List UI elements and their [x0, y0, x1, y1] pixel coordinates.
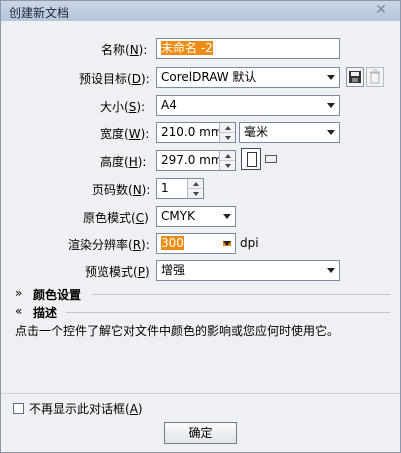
- close-icon[interactable]: ✕: [372, 2, 390, 18]
- chevron-double-up-icon[interactable]: «: [15, 304, 22, 318]
- chevron-down-icon: [327, 130, 335, 135]
- preview-mode-label: 预览模式(P): [85, 265, 150, 279]
- preview-mode-select[interactable]: 增强: [156, 260, 340, 281]
- size-label: 大小(S):: [100, 100, 146, 114]
- chevron-down-icon: [327, 75, 335, 80]
- name-input[interactable]: 未命名 -2: [156, 38, 340, 59]
- divider: [91, 294, 390, 295]
- chevron-down-icon: [223, 241, 231, 246]
- pages-stepper[interactable]: [187, 179, 203, 198]
- dont-show-again-label[interactable]: 不再显示此对话框(A): [29, 400, 143, 417]
- name-label: 名称(N):: [101, 43, 148, 57]
- description-text: 点击一个控件了解它对文件中颜色的影响或您应何时使用它。: [15, 324, 340, 338]
- chevron-down-icon: [223, 214, 231, 219]
- portrait-orientation-button[interactable]: [241, 148, 261, 170]
- ok-button[interactable]: 确定: [164, 422, 237, 444]
- divider: [1, 393, 400, 394]
- create-document-dialog: 创建新文档 ✕ 名称(N): 未命名 -2 预设目标(D): CorelDRAW…: [0, 0, 401, 453]
- divider: [66, 312, 390, 313]
- color-mode-label: 原色模式(C): [83, 211, 149, 225]
- width-label: 宽度(W):: [100, 127, 150, 141]
- save-preset-button[interactable]: [346, 67, 364, 87]
- delete-preset-button[interactable]: [366, 67, 384, 87]
- title-bar: 创建新文档 ✕: [1, 1, 400, 21]
- pages-input[interactable]: 1: [156, 178, 204, 199]
- width-input[interactable]: 210.0 mm: [156, 122, 236, 143]
- unit-select[interactable]: 毫米: [239, 122, 340, 143]
- height-stepper[interactable]: [219, 151, 235, 170]
- height-input[interactable]: 297.0 mm: [156, 150, 236, 171]
- preset-select[interactable]: CorelDRAW 默认: [156, 67, 340, 88]
- chevron-down-icon: [327, 103, 335, 108]
- height-label: 高度(H):: [100, 155, 147, 169]
- width-stepper[interactable]: [219, 123, 235, 142]
- pages-label: 页码数(N):: [92, 183, 151, 197]
- save-icon: [349, 71, 361, 83]
- color-mode-select[interactable]: CMYK: [156, 206, 236, 227]
- chevron-double-down-icon[interactable]: »: [15, 286, 22, 300]
- color-settings-header[interactable]: 颜色设置: [33, 286, 81, 303]
- chevron-down-icon: [327, 268, 335, 273]
- preset-label: 预设目标(D):: [79, 72, 150, 86]
- size-select[interactable]: A4: [156, 95, 340, 116]
- description-header[interactable]: 描述: [33, 304, 57, 321]
- resolution-unit: dpi: [240, 236, 259, 250]
- resolution-label: 渲染分辨率(R):: [68, 238, 150, 252]
- portrait-icon: [247, 152, 257, 167]
- dont-show-again-checkbox[interactable]: [13, 403, 24, 414]
- dialog-title: 创建新文档: [9, 6, 70, 20]
- trash-icon: [370, 69, 380, 84]
- landscape-orientation-button[interactable]: [265, 155, 277, 163]
- resolution-select[interactable]: 300: [156, 233, 236, 254]
